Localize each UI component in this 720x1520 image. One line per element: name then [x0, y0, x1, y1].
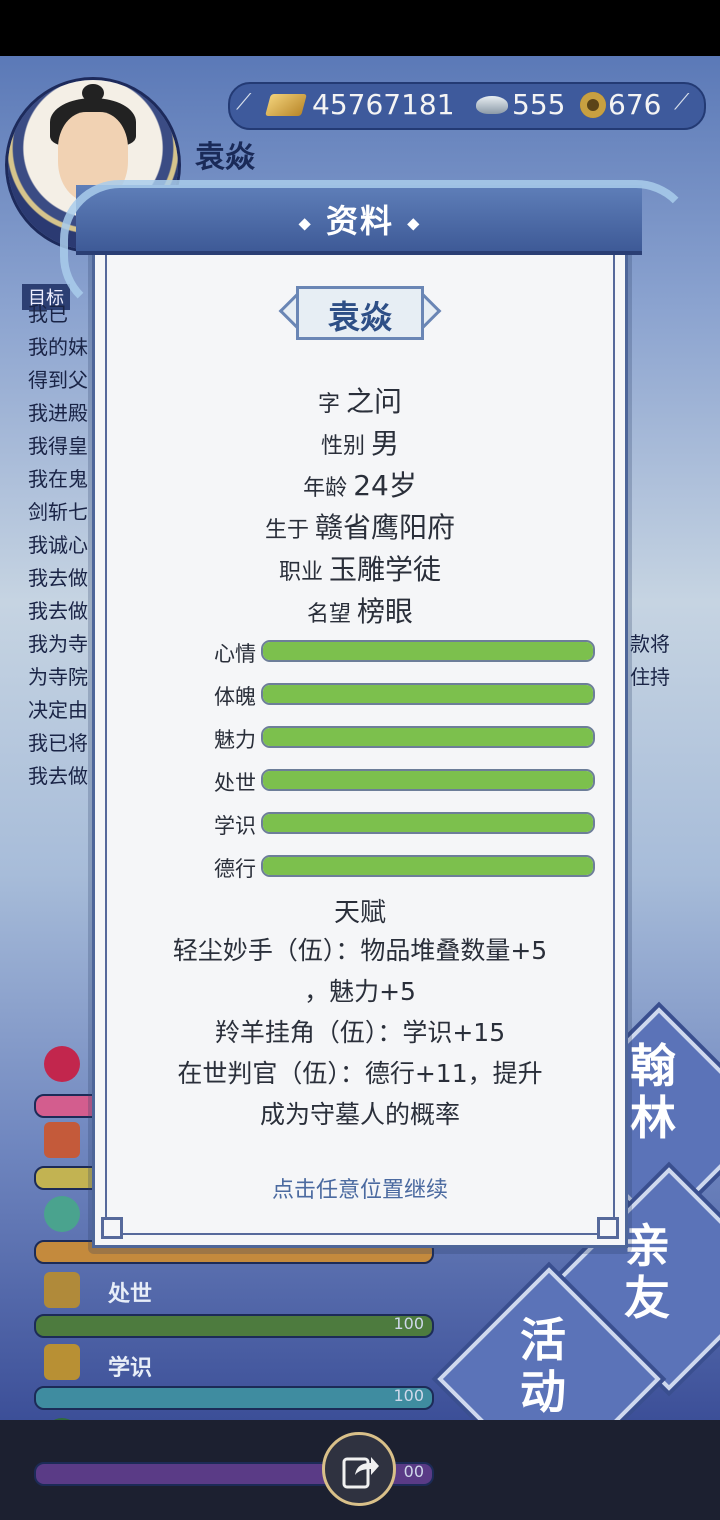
log-line: 我已 [28, 302, 68, 326]
dialog-title-text: 资料 [325, 202, 394, 240]
field-key: 职业 [278, 560, 323, 585]
stat-label: 心情 [214, 642, 256, 666]
stat-bar [261, 640, 595, 662]
silver-amount: 555 [512, 88, 566, 121]
talent-heading-text: 天赋 [333, 898, 386, 928]
bg-stat-bar: 100 [34, 1386, 434, 1410]
talent-line: 轻尘妙手（伍）：物品堆叠数量+5 [172, 936, 548, 965]
name-plate: 袁焱 [278, 286, 442, 340]
field-key: 名望 [306, 602, 351, 627]
stat-bar-fill [263, 685, 593, 703]
field-value: 榜眼 [357, 595, 414, 628]
silver-ingot-icon [476, 96, 508, 114]
continue-hint[interactable]: 点击任意位置继续 [0, 1172, 720, 1204]
log-line: 我去做 [28, 764, 88, 788]
log-line: 我已将 [28, 731, 88, 755]
log-line: 款将 [630, 632, 670, 656]
stat-label: 德行 [214, 857, 256, 881]
stat-label: 学识 [214, 814, 256, 838]
profile-field: 生于 赣省鹰阳府 [0, 506, 720, 546]
diamond-dot-icon: ◆ [298, 213, 313, 233]
bamboo-icon: ⟋ [236, 90, 252, 115]
dialog-corner [597, 1217, 619, 1239]
profile-name: 袁焱 [327, 298, 392, 336]
bg-stat-value: 100 [393, 1386, 424, 1405]
diamond-dot-icon: ◆ [407, 213, 422, 233]
stat-label: 处世 [214, 771, 256, 795]
log-line: 住持 [630, 665, 670, 689]
stat-bar-fill [263, 857, 593, 875]
bg-stat-bar: 100 [34, 1314, 434, 1338]
status-bar [0, 0, 720, 56]
bg-stat-value: 100 [393, 1314, 424, 1333]
coin-amount: 676 [608, 88, 662, 121]
field-value: 之问 [346, 385, 403, 418]
stat-label: 体魄 [214, 685, 256, 709]
dialog-title: ◆ 资料 ◆ [0, 196, 720, 242]
event-log-right: 款将 住持 [630, 628, 670, 694]
vase-icon [44, 1122, 80, 1158]
stat-bar [261, 726, 595, 748]
field-key: 生于 [264, 518, 309, 543]
stat-bar [261, 812, 595, 834]
bamboo-icon: ⟋ [674, 90, 690, 115]
talent-line: 成为守墓人的概率 [259, 1100, 460, 1129]
stat-bar-fill [263, 728, 593, 746]
stat-bar-fill [263, 642, 593, 660]
stat-bar [261, 683, 595, 705]
gold-amount: 45767181 [312, 88, 455, 121]
stat-bar-fill [263, 814, 593, 832]
scroll-rack-icon [44, 1344, 80, 1380]
field-value: 男 [371, 427, 400, 460]
share-button[interactable] [322, 1432, 396, 1506]
field-value: 24岁 [353, 469, 417, 502]
field-key: 字 [317, 392, 340, 417]
talent-line: 羚羊挂角（伍）：学识+15 [214, 1018, 506, 1047]
talent-heading: 天赋 [0, 892, 720, 929]
profile-field: 职业 玉雕学徒 [0, 548, 720, 588]
dialog-corner [101, 1217, 123, 1239]
character-name: 袁焱 [195, 140, 255, 175]
activity-label: 活动 [520, 1313, 566, 1419]
profile-field: 性别男 [0, 422, 720, 462]
log-line: 决定由 [28, 698, 88, 722]
share-icon [342, 1457, 379, 1489]
copper-coin-icon [580, 92, 606, 118]
log-line: 我的妹 [28, 335, 88, 359]
field-value: 赣省鹰阳府 [315, 511, 456, 544]
bg-stat-label: 学识 [108, 1356, 153, 1381]
avatar-bun [82, 84, 104, 102]
field-key: 性别 [320, 434, 365, 459]
profile-field: 名望 榜眼 [0, 590, 720, 630]
bg-stat-value: 00 [403, 1462, 424, 1481]
talent-line: ，魅力+5 [304, 977, 416, 1006]
bg-stat-label: 处世 [108, 1282, 153, 1307]
stat-label: 魅力 [214, 728, 256, 752]
stat-bar-fill [263, 771, 593, 789]
talent-line: 在世判官（伍）：德行+11，提升 [177, 1059, 543, 1088]
profile-field: 字之问 [0, 380, 720, 420]
resource-bar: ⟋ 45767181 555 676 ⟋ [228, 82, 706, 130]
flower-icon [44, 1046, 80, 1082]
field-key: 年龄 [303, 476, 348, 501]
log-line: 我为寺 [28, 632, 88, 656]
field-value: 玉雕学徒 [329, 553, 442, 586]
stat-bar [261, 769, 595, 791]
profile-field: 年龄 24岁 [0, 464, 720, 504]
shoe-icon [44, 1272, 80, 1308]
gold-ingot-icon [265, 94, 307, 116]
log-line: 为寺院 [28, 665, 88, 689]
stat-bar [261, 855, 595, 877]
